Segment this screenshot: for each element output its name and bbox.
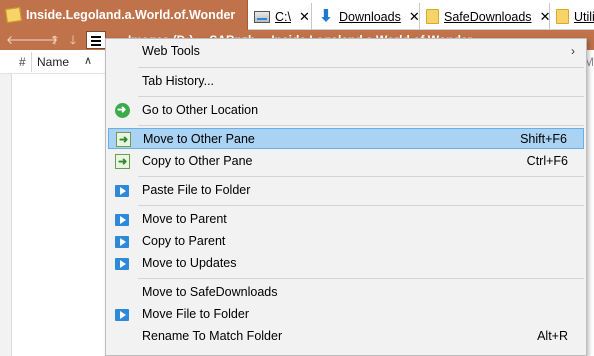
- folder-special-icon: [5, 7, 22, 23]
- folder-icon: [426, 9, 439, 24]
- menu-item-label: Move to Parent: [142, 212, 227, 226]
- play-icon: [115, 258, 129, 270]
- menu-item-rename-to-match-folder[interactable]: Rename To Match Folder Alt+R: [108, 326, 584, 347]
- tab-label: C:\: [275, 9, 291, 24]
- menu-item-label: Paste File to Folder: [142, 183, 251, 197]
- menu-item-go-to-other-location[interactable]: Go to Other Location: [108, 100, 584, 121]
- tab-close-icon[interactable]: ✕: [409, 9, 419, 25]
- menu-item-move-to-updates[interactable]: Move to Updates: [108, 253, 584, 274]
- column-number-header[interactable]: #: [19, 55, 26, 69]
- tab-close-icon[interactable]: ✕: [540, 9, 549, 25]
- menu-item-paste-file-to-folder[interactable]: Paste File to Folder: [108, 180, 584, 201]
- menu-item-label: Copy to Other Pane: [142, 154, 253, 168]
- menu-separator: [138, 176, 584, 177]
- menu-item-label: Go to Other Location: [142, 103, 259, 117]
- folder-icon: [556, 9, 569, 24]
- submenu-arrow-icon: ›: [571, 44, 575, 58]
- back-arrow-icon[interactable]: 🡐: [6, 30, 38, 50]
- tab-close-icon[interactable]: ✕: [299, 9, 310, 25]
- menu-item-move-file-to-folder[interactable]: Move File to Folder: [108, 304, 584, 325]
- up-arrow-icon[interactable]: 🡑: [46, 30, 64, 50]
- row-gutter: [0, 74, 12, 356]
- menu-separator: [138, 278, 584, 279]
- copy-pane-icon: [115, 152, 130, 173]
- tab-safedownloads[interactable]: SafeDownloads ✕: [420, 3, 550, 30]
- context-menu: Web Tools › Tab History... Go to Other L…: [105, 38, 587, 356]
- tab-label: Downloads: [339, 9, 401, 24]
- menu-item-copy-to-other-pane[interactable]: Copy to Other Pane Ctrl+F6: [108, 151, 584, 173]
- menu-item-shortcut: Shift+F6: [520, 132, 567, 146]
- menu-item-move-to-safedownloads[interactable]: Move to SafeDownloads: [108, 282, 584, 303]
- tab-downloads[interactable]: ⬇ Downloads ✕: [312, 3, 420, 30]
- menu-separator: [138, 125, 584, 126]
- play-icon: [115, 236, 129, 248]
- play-icon: [115, 185, 129, 197]
- menu-hamburger-button[interactable]: [86, 31, 106, 49]
- down-arrow-icon[interactable]: 🡓: [64, 30, 82, 50]
- menu-item-web-tools[interactable]: Web Tools ›: [108, 41, 584, 62]
- column-divider[interactable]: [31, 52, 32, 72]
- forward-arrow-icon[interactable]: 🡒: [26, 30, 58, 50]
- play-icon: [115, 309, 129, 321]
- move-pane-icon: [116, 130, 131, 151]
- menu-item-label: Web Tools: [142, 44, 200, 58]
- tab-inside-legoland[interactable]: Inside.Legoland.a.World.of.Wonder: [0, 0, 248, 30]
- tab-label: SafeDownloads: [444, 9, 532, 24]
- menu-item-label: Rename To Match Folder: [142, 329, 283, 343]
- menu-item-label: Tab History...: [142, 74, 215, 88]
- download-arrow-icon: ⬇: [319, 7, 333, 25]
- tab-c-drive[interactable]: C:\ ✕: [248, 3, 312, 30]
- sort-ascending-icon: ∧: [84, 55, 93, 67]
- menu-item-label: Move to SafeDownloads: [142, 285, 278, 299]
- menu-separator: [138, 205, 584, 206]
- menu-item-label: Move File to Folder: [142, 307, 249, 321]
- menu-item-label: Copy to Parent: [142, 234, 226, 248]
- menu-item-move-to-parent[interactable]: Move to Parent: [108, 209, 584, 230]
- tab-label: Inside.Legoland.a.World.of.Wonder: [26, 8, 236, 22]
- menu-separator: [138, 67, 584, 68]
- column-name-header[interactable]: Name: [37, 55, 69, 69]
- drive-icon: [254, 10, 270, 23]
- tab-label: Utili: [574, 9, 594, 24]
- tab-bar: Inside.Legoland.a.World.of.Wonder C:\ ✕ …: [0, 0, 594, 30]
- menu-separator: [138, 96, 584, 97]
- menu-item-shortcut: Alt+R: [537, 329, 568, 343]
- menu-item-label: Move to Updates: [142, 256, 237, 270]
- menu-item-tab-history[interactable]: Tab History...: [108, 71, 584, 92]
- goto-icon: [115, 100, 130, 121]
- menu-item-label: Move to Other Pane: [143, 132, 255, 146]
- menu-item-shortcut: Ctrl+F6: [526, 154, 568, 168]
- tab-utili[interactable]: Utili: [550, 3, 594, 30]
- menu-item-copy-to-parent[interactable]: Copy to Parent: [108, 231, 584, 252]
- menu-item-move-to-other-pane[interactable]: Move to Other Pane Shift+F6: [108, 128, 584, 151]
- play-icon: [115, 214, 129, 226]
